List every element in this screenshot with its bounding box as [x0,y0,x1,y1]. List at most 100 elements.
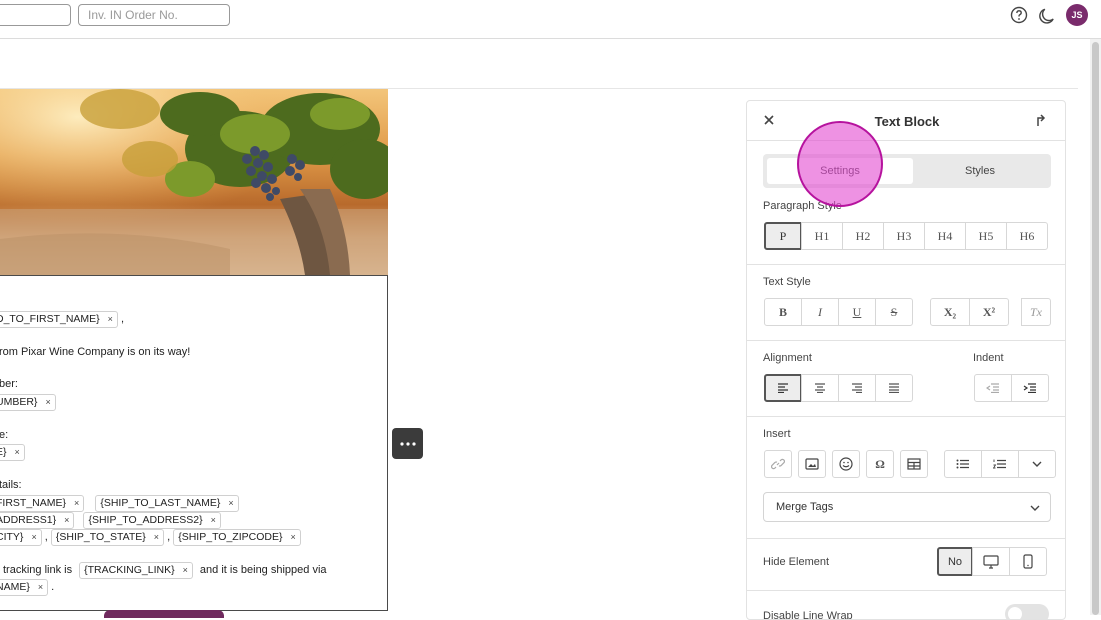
email-text-block[interactable]: D_TO_FIRST_NAME} × , rom Pixar Wine Compa… [0,275,388,611]
insert-image-button[interactable] [798,450,826,478]
outdent-icon [986,383,999,393]
para-style-h6[interactable]: H6 [1006,222,1048,250]
more-options-button[interactable] [392,428,423,459]
chip-remove-icon[interactable]: × [31,532,36,542]
chevron-down-icon [1030,505,1040,511]
para-style-h5[interactable]: H5 [965,222,1007,250]
order-number-input[interactable] [78,4,230,26]
para-style-h3[interactable]: H3 [883,222,925,250]
merge-tag-chip[interactable]: E} × [0,444,25,461]
merge-tag-chip[interactable]: CITY} × [0,529,42,546]
subscript-button[interactable]: X₂ [930,298,970,326]
panel-divider [747,140,1065,141]
para-style-p[interactable]: P [764,222,802,250]
clear-formatting-button[interactable]: Tx [1021,298,1051,326]
script-group: X₂ X² [930,298,1009,326]
merge-tag-chip[interactable]: {SHIP_TO_ADDRESS2} × [83,512,221,529]
chip-remove-icon[interactable]: × [228,498,233,508]
chip-remove-icon[interactable]: × [108,314,113,324]
align-justify-button[interactable] [875,374,913,402]
chip-remove-icon[interactable]: × [211,515,216,525]
hide-element-label: Hide Element [763,556,830,568]
text-line: rom Pixar Wine Company is on its way! [0,346,191,358]
top-bar: JS [0,0,1101,39]
panel-divider [747,340,1065,341]
search-input[interactable] [0,4,71,26]
more-dots-icon [399,441,416,446]
merge-tag-chip[interactable]: {SHIP_TO_STATE} × [50,529,165,546]
text-style-label: Text Style [763,276,811,288]
list-options-button[interactable] [1018,450,1056,478]
panel-divider [747,264,1065,265]
merge-tag-chip[interactable]: NAME} × [0,579,49,596]
merge-tag-text: ADDRESS1} [0,514,57,526]
dark-mode-icon[interactable] [1039,6,1057,24]
hide-mobile-button[interactable] [1009,547,1047,576]
panel-title: Text Block [874,114,940,129]
strikethrough-button[interactable]: S [875,298,913,326]
alignment-label: Alignment [763,352,812,364]
list-group [944,450,1056,478]
expand-icon[interactable] [1035,113,1047,127]
merge-tag-text: UMBER} [0,396,38,408]
insert-special-char-button[interactable]: Ω [866,450,894,478]
indent-button[interactable] [1011,374,1049,402]
italic-button[interactable]: I [801,298,839,326]
disable-line-wrap-label: Disable Line Wrap [763,610,853,620]
text-line: ADDRESS1} × {SHIP_TO_ADDRESS2} × [0,512,221,529]
bold-button[interactable]: B [764,298,802,326]
superscript-button[interactable]: X² [969,298,1009,326]
chip-remove-icon[interactable]: × [64,515,69,525]
hide-element-group: No [937,547,1047,576]
help-icon[interactable] [1010,6,1028,24]
avatar[interactable]: JS [1066,4,1088,26]
bullet-list-button[interactable] [944,450,982,478]
scrollbar-thumb[interactable] [1092,42,1099,615]
vineyard-image[interactable] [0,89,388,275]
align-left-button[interactable] [764,374,802,402]
hide-desktop-button[interactable] [972,547,1010,576]
chip-remove-icon[interactable]: × [15,447,20,457]
chip-remove-icon[interactable]: × [45,397,50,407]
toggle-knob [1008,607,1022,619]
merge-tags-select[interactable]: Merge Tags [763,492,1051,522]
merge-tag-text: {SHIP_TO_ZIPCODE} [178,531,283,543]
merge-tag-chip[interactable]: {TRACKING_LINK} × [79,562,193,579]
chip-remove-icon[interactable]: × [38,582,43,592]
merge-tag-text: E} [0,446,7,458]
numbered-list-button[interactable] [981,450,1019,478]
chip-remove-icon[interactable]: × [290,532,295,542]
chip-remove-icon[interactable]: × [183,565,188,575]
merge-tag-text: {SHIP_TO_STATE} [55,531,146,543]
emoji-icon [839,457,853,471]
text-line: UMBER} × [0,394,56,411]
align-center-icon [815,383,825,393]
insert-emoji-button[interactable] [832,450,860,478]
disable-line-wrap-toggle[interactable] [1005,604,1049,619]
text-punct: , [167,531,171,543]
para-style-h1[interactable]: H1 [801,222,843,250]
merge-tag-chip[interactable]: UMBER} × [0,394,56,411]
link-icon [771,458,785,470]
merge-tag-chip[interactable]: D_TO_FIRST_NAME} × [0,311,118,328]
outdent-button[interactable] [974,374,1012,402]
merge-tag-chip[interactable]: {SHIP_TO_LAST_NAME} × [95,495,239,512]
hide-element-no-button[interactable]: No [937,547,973,576]
merge-tag-chip[interactable]: FIRST_NAME} × [0,495,85,512]
underline-button[interactable]: U [838,298,876,326]
chip-remove-icon[interactable]: × [74,498,79,508]
merge-tag-chip[interactable]: {SHIP_TO_ZIPCODE} × [173,529,301,546]
merge-tag-chip[interactable]: ADDRESS1} × [0,512,75,529]
email-cta-button[interactable] [104,610,224,618]
insert-link-button[interactable] [764,450,792,478]
insert-table-button[interactable] [900,450,928,478]
tab-styles[interactable]: Styles [909,158,1051,184]
para-style-h2[interactable]: H2 [842,222,884,250]
text-punct: . [51,581,55,593]
align-center-button[interactable] [801,374,839,402]
merge-tags-label: Merge Tags [776,501,834,513]
merge-tag-text: {TRACKING_LINK} [84,564,175,576]
chip-remove-icon[interactable]: × [154,532,159,542]
align-right-button[interactable] [838,374,876,402]
para-style-h4[interactable]: H4 [924,222,966,250]
